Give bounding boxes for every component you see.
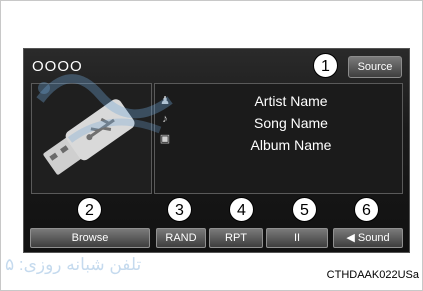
callout-6: 6 <box>354 197 379 222</box>
callout-2: 2 <box>77 197 102 222</box>
header-dots: OOOO <box>32 58 83 75</box>
sound-button[interactable]: ◀ Sound <box>333 228 403 248</box>
sound-button-label: Sound <box>357 232 390 244</box>
browse-button[interactable]: Browse <box>30 228 150 248</box>
callout-1: 1 <box>313 53 338 78</box>
random-button[interactable]: RAND <box>156 228 206 248</box>
song-name: Song Name <box>254 115 328 131</box>
album-art-pane <box>31 83 152 194</box>
callout-4: 4 <box>229 197 254 222</box>
callout-3: 3 <box>167 197 192 222</box>
artist-icon: ♟ <box>160 95 170 107</box>
watermark-phone-text: تلفن شبانه روزی: ۵ <box>5 255 142 274</box>
album-icon: ▣ <box>159 133 171 145</box>
album-name: Album Name <box>250 137 332 153</box>
usb-drive-icon <box>43 99 135 175</box>
figure-caption: CTHDAAK022USa <box>326 269 419 281</box>
song-icon: ♪ <box>162 113 168 125</box>
artist-name: Artist Name <box>254 93 328 109</box>
repeat-button[interactable]: RPT <box>209 228 263 248</box>
speaker-icon: ◀ <box>346 232 355 244</box>
source-button[interactable]: Source <box>348 56 402 78</box>
pause-button[interactable]: II <box>266 228 328 248</box>
callout-5: 5 <box>292 197 317 222</box>
